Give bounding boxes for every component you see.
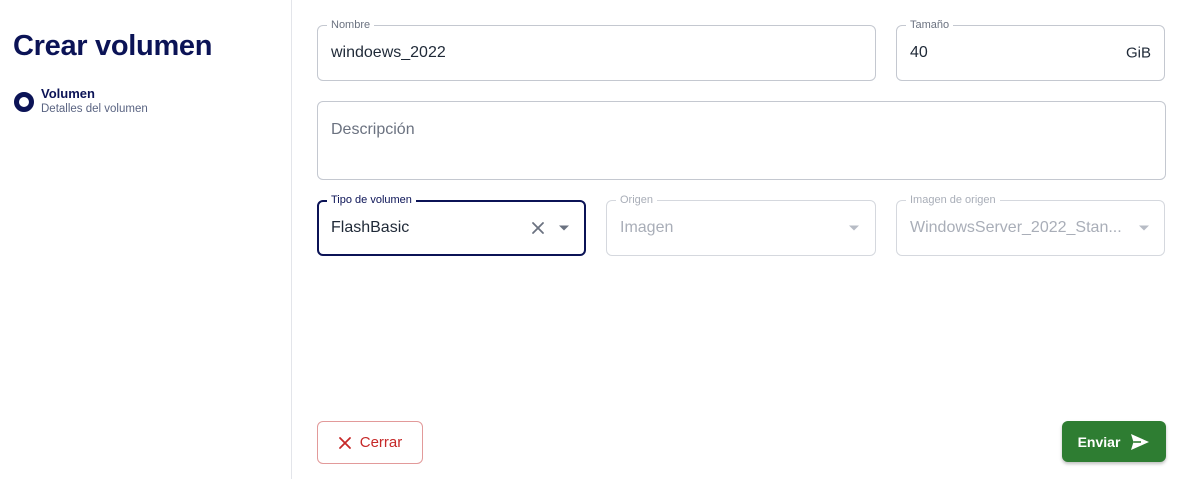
chevron-down-icon[interactable] [849,225,859,231]
size-field[interactable]: Tamaño 40 GiB [896,18,1165,81]
volume-type-select[interactable]: Tipo de volumen FlashBasic [317,193,586,256]
close-icon [338,436,351,449]
step-text: Volumen Detalles del volumen [41,86,148,117]
volume-type-value: FlashBasic [331,219,410,236]
source-image-label: Imagen de origen [906,193,1000,207]
page-title: Crear volumen [13,30,213,62]
size-value: 40 [910,44,928,61]
send-icon [1131,433,1150,450]
chevron-down-icon[interactable] [559,225,569,231]
size-label: Tamaño [906,18,954,32]
origin-select[interactable]: Origen Imagen [606,193,876,256]
step-indicator-icon [14,92,34,112]
description-field[interactable]: Descripción [317,101,1166,180]
name-field[interactable]: Nombre windoews_2022 [317,18,876,81]
step-title: Volumen [41,86,95,101]
name-label: Nombre [327,18,375,32]
description-placeholder: Descripción [331,121,415,138]
origin-value: Imagen [620,219,674,236]
origin-label: Origen [616,193,658,207]
source-image-value: WindowsServer_2022_Stan... [910,219,1122,236]
clear-icon[interactable] [530,220,546,236]
step-subtitle: Detalles del volumen [41,103,148,115]
sidebar: Crear volumen Volumen Detalles del volum… [0,0,292,479]
step-volumen[interactable]: Volumen Detalles del volumen [14,86,148,117]
source-image-select[interactable]: Imagen de origen WindowsServer_2022_Stan… [896,193,1165,256]
cancel-button[interactable]: Cerrar [317,421,423,464]
cancel-button-label: Cerrar [359,434,403,451]
submit-button-label: Enviar [1077,433,1121,450]
name-value: windoews_2022 [331,44,446,61]
chevron-down-icon[interactable] [1139,225,1149,231]
submit-button[interactable]: Enviar [1062,421,1166,462]
volume-type-label: Tipo de volumen [327,193,416,207]
size-unit: GiB [1125,44,1151,62]
